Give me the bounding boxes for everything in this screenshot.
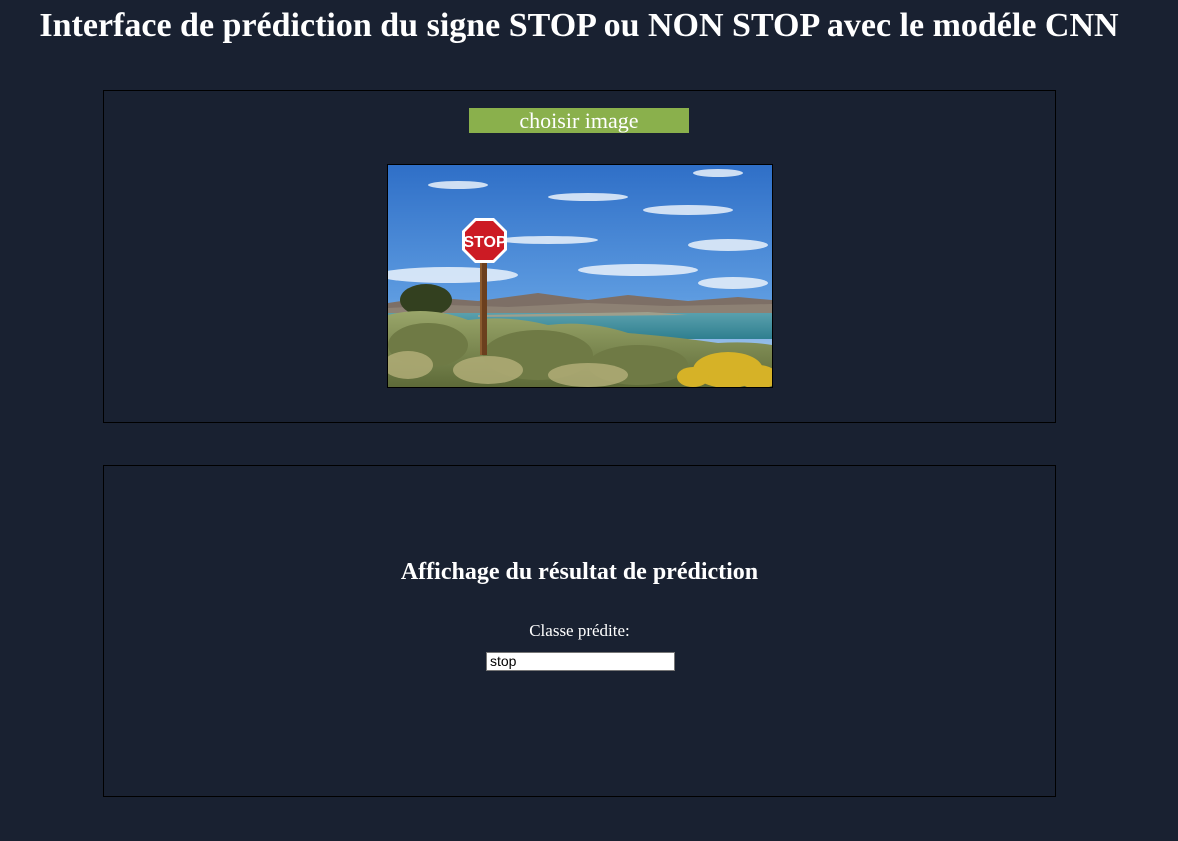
stop-sign-photo: STOP <box>388 165 772 387</box>
page-title: Interface de prédiction du signe STOP ou… <box>39 7 1119 44</box>
result-heading: Affichage du résultat de prédiction <box>400 559 759 585</box>
uploaded-image-preview: STOP <box>387 164 773 388</box>
upload-panel: choisir image STOP <box>103 90 1056 423</box>
stop-sign-text: STOP <box>463 234 507 251</box>
predicted-class-label: Classe prédite: <box>529 621 630 640</box>
predicted-class-field[interactable] <box>486 652 675 671</box>
result-panel: Affichage du résultat de prédiction Clas… <box>103 465 1056 797</box>
choose-image-button[interactable]: choisir image <box>469 108 689 133</box>
